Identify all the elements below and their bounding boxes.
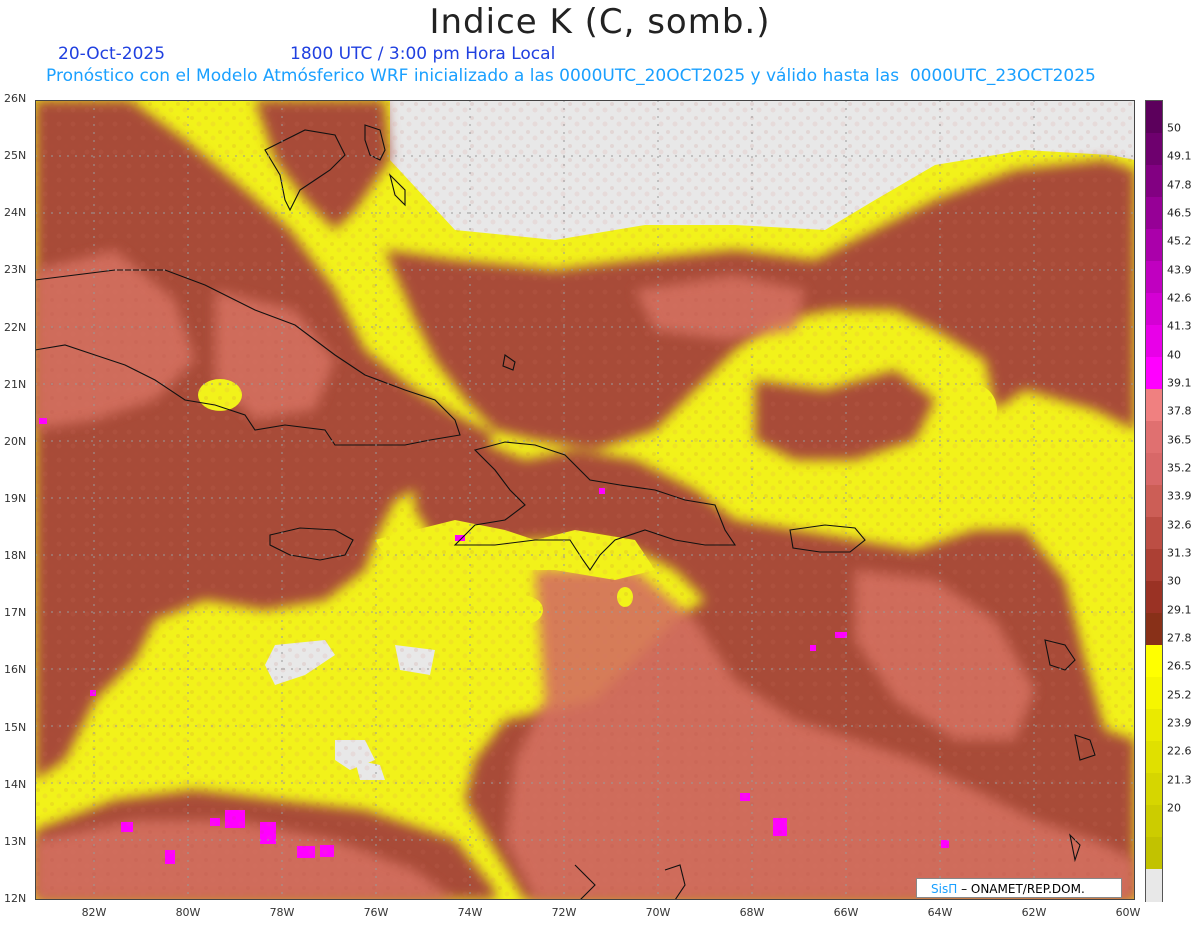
lon-label: 78W [269, 906, 295, 919]
lat-label: 17N [4, 606, 27, 620]
lon-label: 70W [645, 906, 671, 919]
lat-label: 21N [4, 377, 27, 391]
colorbar-segment [1146, 293, 1162, 326]
forecast-subtitle: Pronóstico con el Modelo Atmósferico WRF… [46, 66, 1096, 86]
colorbar-segment [1146, 421, 1162, 454]
colorbar-label: 25.2 [1167, 688, 1192, 702]
field-texture [35, 100, 1135, 900]
colorbar-segment [1146, 773, 1162, 806]
colorbar-label: 29.1 [1167, 603, 1192, 617]
k-index-map [35, 100, 1135, 900]
colorbar-segment [1146, 549, 1162, 582]
colorbar-segment [1146, 613, 1162, 646]
colorbar-segment [1146, 837, 1162, 870]
colorbar-label: 23.9 [1167, 716, 1192, 730]
colorbar-segment [1146, 741, 1162, 774]
colorbar-label: 31.3 [1167, 546, 1192, 560]
colorbar-label: 36.5 [1167, 433, 1192, 447]
colorbar-label: 32.6 [1167, 518, 1192, 532]
lat-label: 26N [4, 92, 27, 105]
colorbar-segment [1146, 517, 1162, 550]
lon-label: 80W [175, 906, 201, 919]
colorbar-segment [1146, 165, 1162, 198]
colorbar-segment [1146, 389, 1162, 422]
colorbar-segment [1146, 325, 1162, 358]
map-title: Indice K (C, somb.) [429, 2, 771, 42]
colorbar-segment [1146, 229, 1162, 262]
colorbar-segment [1146, 645, 1162, 678]
colorbar-segment [1146, 581, 1162, 614]
colorbar-label: 33.9 [1167, 489, 1192, 503]
colorbar-segment [1146, 485, 1162, 518]
lat-label: 25N [4, 149, 27, 163]
colorbar-segment [1146, 869, 1162, 902]
colorbar-label: 49.1 [1167, 149, 1192, 163]
lat-label: 22N [4, 320, 27, 334]
lon-label: 74W [457, 906, 483, 919]
lat-label: 16N [4, 663, 27, 677]
lat-label: 18N [4, 549, 27, 563]
lat-label: 15N [4, 720, 27, 734]
colorbar-segment [1146, 709, 1162, 742]
colorbar-segment [1146, 357, 1162, 390]
lon-label: 64W [927, 906, 953, 919]
colorbar-segment [1146, 805, 1162, 838]
colorbar-label: 40 [1167, 348, 1181, 362]
lon-label: 66W [833, 906, 859, 919]
colorbar-label: 37.8 [1167, 404, 1192, 418]
lon-label: 72W [551, 906, 577, 919]
lat-label: 12N [4, 892, 27, 905]
colorbar-segment [1146, 133, 1162, 166]
lon-label: 76W [363, 906, 389, 919]
colorbar-segment [1146, 677, 1162, 710]
colorbar-label: 47.8 [1167, 178, 1192, 192]
forecast-time: 1800 UTC / 3:00 pm Hora Local [290, 44, 556, 64]
lon-label: 60W [1115, 906, 1141, 919]
lon-label: 82W [81, 906, 107, 919]
credit-text: – ONAMET/REP.DOM. [961, 882, 1085, 896]
lon-label: 62W [1021, 906, 1047, 919]
colorbar-label: 30 [1167, 574, 1181, 588]
sispi-logo: SisΠ [931, 882, 958, 896]
colorbar-label: 22.6 [1167, 744, 1192, 758]
lat-label: 20N [4, 434, 27, 448]
colorbar [1145, 100, 1163, 902]
lat-label: 14N [4, 777, 27, 791]
colorbar-label: 35.2 [1167, 461, 1192, 475]
colorbar-label: 21.3 [1167, 773, 1192, 787]
credit-box: SisΠ – ONAMET/REP.DOM. [916, 878, 1122, 898]
colorbar-segment [1146, 261, 1162, 294]
colorbar-label: 41.3 [1167, 319, 1192, 333]
forecast-date: 20-Oct-2025 [58, 44, 166, 64]
colorbar-label: 20 [1167, 801, 1181, 815]
colorbar-segment [1146, 101, 1162, 134]
colorbar-label: 27.8 [1167, 631, 1192, 645]
lat-label: 23N [4, 263, 27, 277]
colorbar-segment [1146, 197, 1162, 230]
lat-label: 24N [4, 206, 27, 220]
colorbar-label: 26.5 [1167, 659, 1192, 673]
colorbar-label: 39.1 [1167, 376, 1192, 390]
lat-label: 19N [4, 492, 27, 505]
colorbar-label: 50 [1167, 121, 1181, 135]
colorbar-label: 45.2 [1167, 234, 1192, 248]
lat-label: 13N [4, 834, 27, 848]
colorbar-label: 46.5 [1167, 206, 1192, 220]
colorbar-label: 43.9 [1167, 263, 1192, 277]
lon-label: 68W [739, 906, 765, 919]
colorbar-segment [1146, 453, 1162, 486]
colorbar-label: 42.6 [1167, 291, 1192, 305]
